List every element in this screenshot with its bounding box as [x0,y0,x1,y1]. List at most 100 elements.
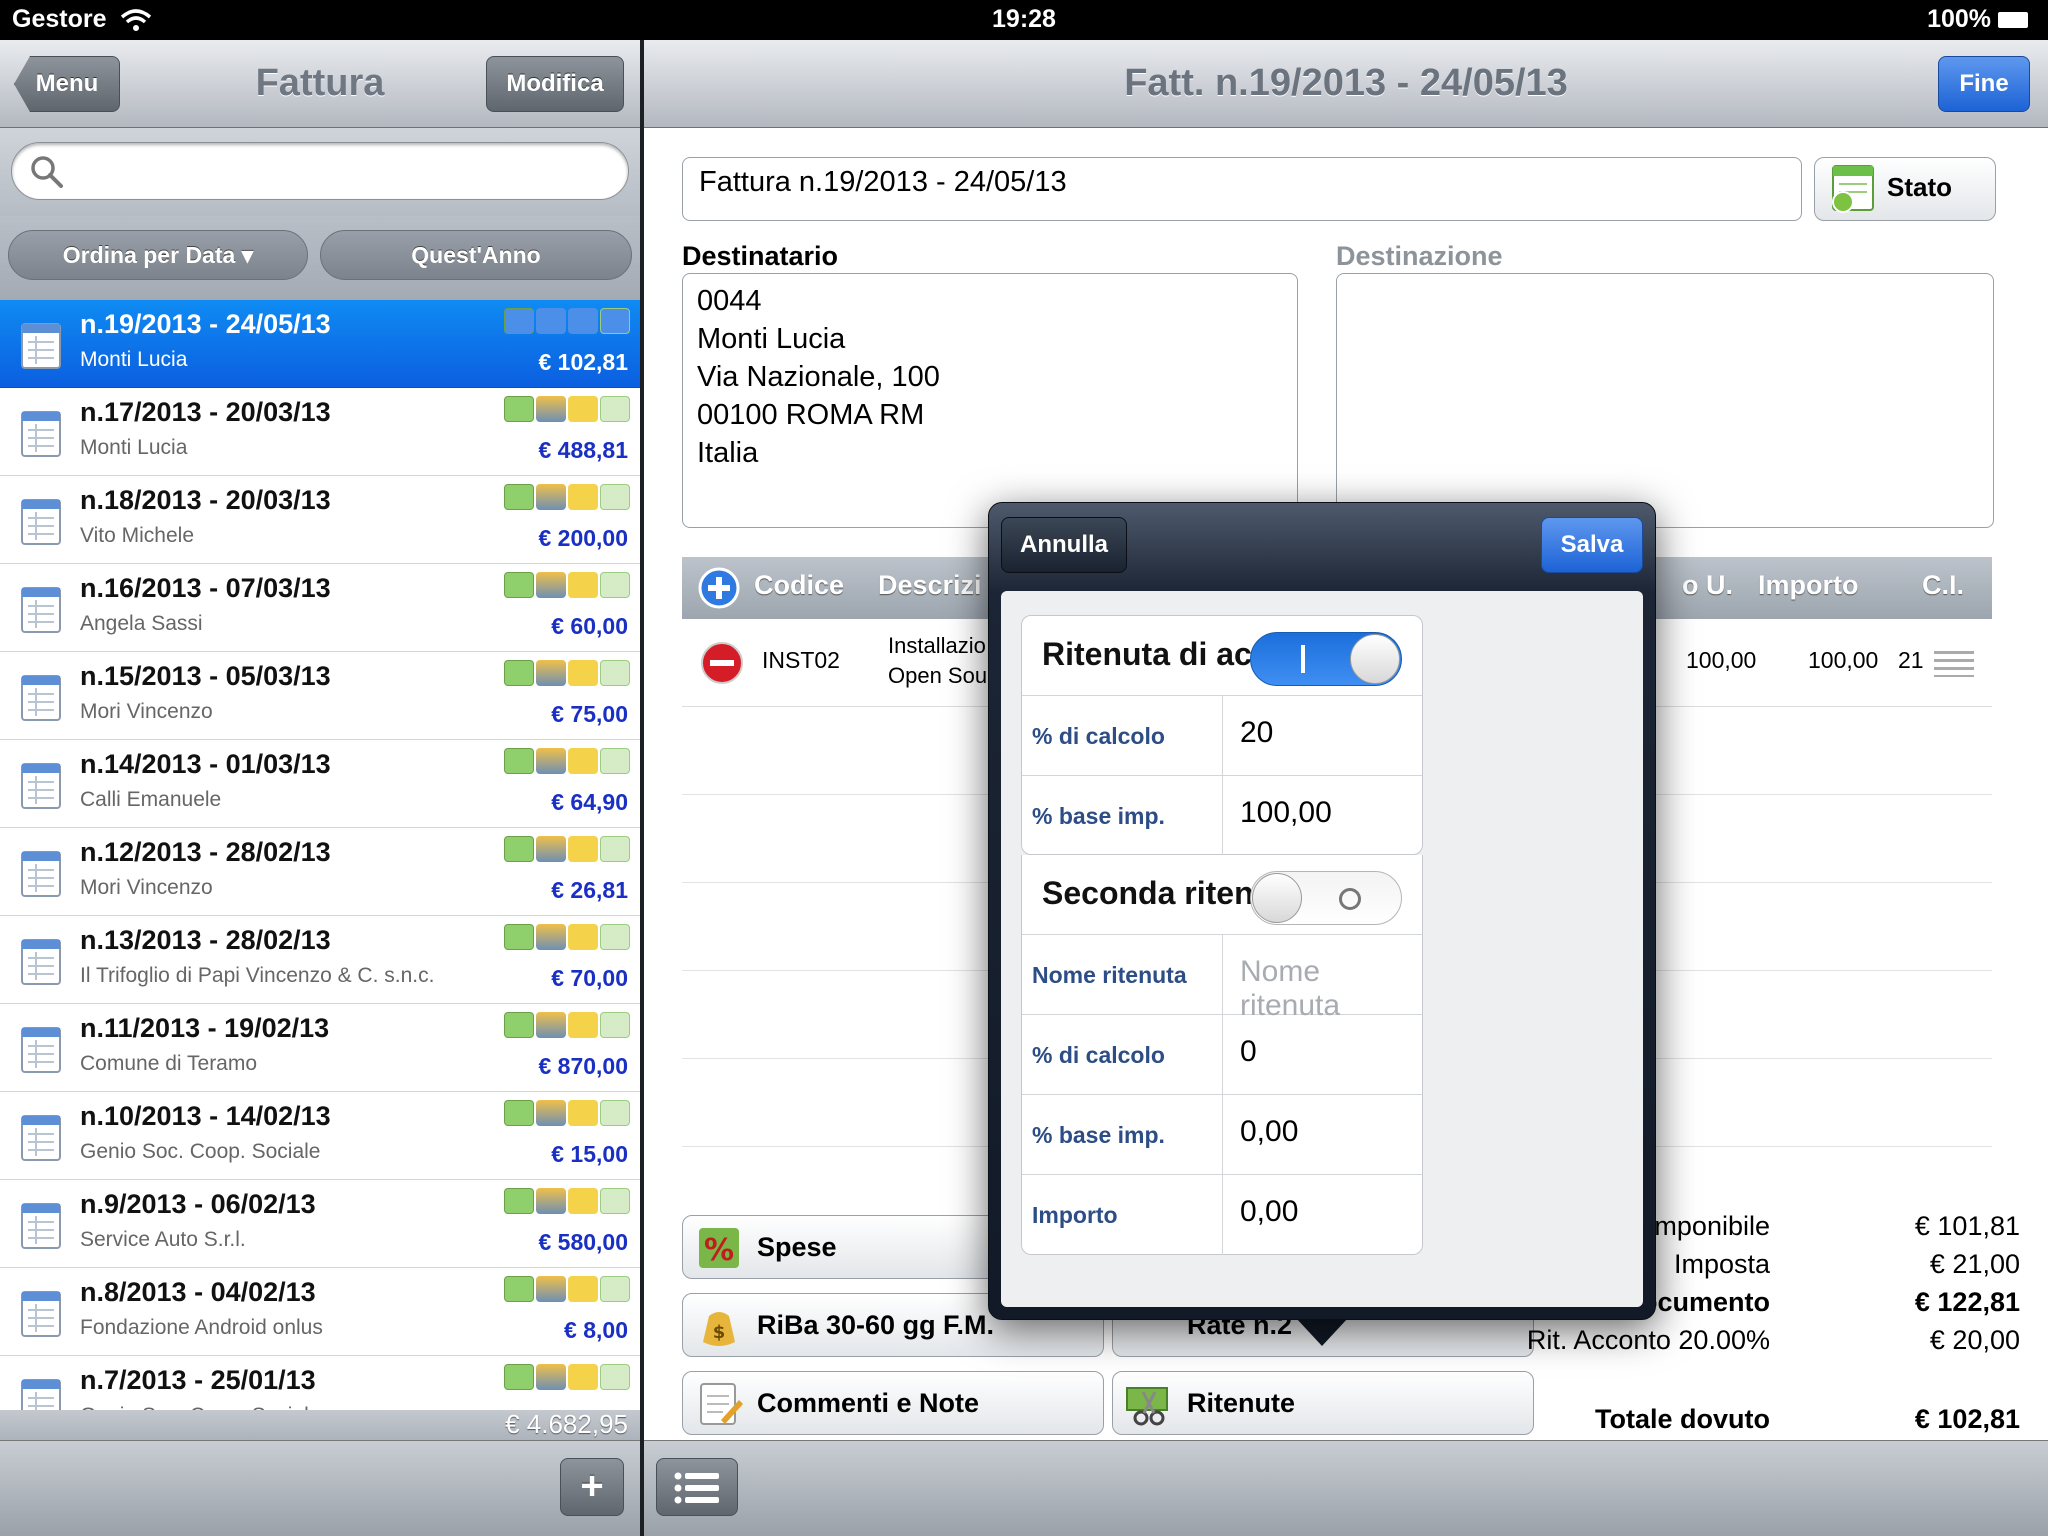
invoice-row[interactable]: n.15/2013 - 05/03/13 Mori Vincenzo € 75,00 [0,652,640,740]
calc-row[interactable]: % di calcolo 20 [1022,696,1422,776]
envelope-icon [568,660,598,686]
done-button[interactable]: Fine [1938,56,2030,112]
printer-icon [536,660,566,686]
invoice-client: Monti Lucia [80,436,188,459]
name-input[interactable]: Nome ritenuta [1240,955,1422,1023]
printer-icon [536,396,566,422]
percent-icon: % [699,1228,739,1268]
invoice-list-pane: Ordina per Data ▾ Quest'Anno n.19/2013 -… [0,128,640,1536]
document-title-field[interactable]: Fattura n.19/2013 - 24/05/13 [682,157,1802,221]
comments-notes-button[interactable]: Commenti e Note [682,1371,1104,1435]
calc2-row[interactable]: % di calcolo 0 [1022,1015,1422,1095]
column-header-importo: Importo [1758,570,1859,600]
invoice-row[interactable]: n.12/2013 - 28/02/13 Mori Vincenzo € 26,81 [0,828,640,916]
invoice-row[interactable]: n.10/2013 - 14/02/13 Genio Soc. Coop. Soc… [0,1092,640,1180]
invoice-client: Il Trifoglio di Papi Vincenzo & C. s.n.c… [80,964,435,987]
invoice-client: Mori Vincenzo [80,876,213,899]
period-filter-button[interactable]: Quest'Anno [320,230,632,280]
base-value[interactable]: 100,00 [1240,796,1332,830]
ritenuta-acconto-label: Rit. Acconto 20.00% [1526,1325,1770,1355]
reorder-handle-icon[interactable] [1934,649,1974,677]
invoice-row[interactable]: n.17/2013 - 20/03/13 Monti Lucia € 488,81 [0,388,640,476]
money-bag-icon: $ [703,1312,735,1346]
invoice-document-icon [21,763,61,809]
destination-address[interactable] [1336,273,1994,528]
invoice-status-icons [504,1276,630,1302]
envelope-icon [568,1100,598,1126]
invoice-row[interactable]: n.8/2013 - 04/02/13 Fondazione Android on… [0,1268,640,1356]
sheet-status-icon [600,836,630,862]
sheet-status-icon [600,572,630,598]
recipient-address[interactable]: 0044 Monti Lucia Via Nazionale, 100 0010… [682,273,1298,528]
invoice-document-icon [21,323,61,369]
stato-label: Stato [1887,172,1952,202]
invoice-status-icons [504,308,630,334]
ritenuta-toggle[interactable] [1250,632,1402,686]
invoice-document-icon [21,1203,61,1249]
paid-money-icon [504,1364,534,1390]
invoice-status-icons [504,1188,630,1214]
invoice-row[interactable]: n.13/2013 - 28/02/13 Il Trifoglio di Papi… [0,916,640,1004]
invoice-row[interactable]: n.14/2013 - 01/03/13 Calli Emanuele € 64,9… [0,740,640,828]
list-icon [674,1472,719,1504]
invoice-row[interactable]: n.16/2013 - 07/03/13 Angela Sassi € 60,00 [0,564,640,652]
status-bar: Gestore 19:28 100% [0,0,2048,40]
delete-item-icon[interactable] [700,641,744,685]
sheet-status-icon [600,660,630,686]
calc-label: % di calcolo [1032,723,1165,749]
base-row[interactable]: % base imp. 100,00 [1022,776,1422,856]
save-button[interactable]: Salva [1541,517,1643,573]
list-view-button[interactable] [656,1458,738,1516]
base2-label: % base imp. [1032,1122,1165,1148]
invoice-row[interactable]: n.19/2013 - 24/05/13 Monti Lucia € 102,81 [0,300,640,388]
comments-notes-label: Commenti e Note [757,1388,980,1418]
invoice-list: n.19/2013 - 24/05/13 Monti Lucia € 102,81 n… [0,300,640,1410]
search-bar [0,128,640,216]
status-sheet-icon [1832,165,1874,213]
invoice-status-icons [504,660,630,686]
add-item-icon[interactable] [698,567,740,609]
second-ritenuta-toggle[interactable] [1250,871,1402,925]
invoice-document-icon [21,1291,61,1337]
invoice-client: Genio Soc. Coop. Sociale [80,1140,321,1163]
imponibile-value: € 101,81 [1914,1211,2020,1241]
row-separator [1222,1095,1223,1174]
invoice-row[interactable]: n.9/2013 - 06/02/13 Service Auto S.r.l. € … [0,1180,640,1268]
item-code: INST02 [762,647,840,673]
calc-value[interactable]: 20 [1240,716,1273,750]
item-description-line2: Open Sou [888,663,988,688]
search-input[interactable] [11,142,629,200]
sort-by-date-button[interactable]: Ordina per Data ▾ [8,230,308,280]
notepad-icon [700,1383,743,1425]
row-separator [1222,696,1223,775]
column-header-codice: Codice [754,570,845,600]
envelope-icon [568,308,598,334]
popover-content: Ritenuta di acconto % di calcolo 20 % ba… [1001,591,1643,1307]
cancel-button[interactable]: Annulla [1001,517,1127,573]
right-nav-bar: Fatt. n.19/2013 - 24/05/13 Fine [644,40,2048,128]
calc2-value[interactable]: 0 [1240,1035,1257,1069]
envelope-icon [568,1276,598,1302]
row-separator [1222,1015,1223,1094]
printer-icon [536,748,566,774]
edit-button[interactable]: Modifica [486,56,624,112]
invoice-client: Mori Vincenzo [80,700,213,723]
invoice-amount: € 580,00 [538,1229,628,1255]
plus-icon: + [580,1464,604,1508]
name-row[interactable]: Nome ritenuta Nome ritenuta [1022,935,1422,1022]
base2-row[interactable]: % base imp. 0,00 [1022,1095,1422,1175]
ritenute-button[interactable]: Ritenute [1112,1371,1534,1435]
invoice-row[interactable]: n.18/2013 - 20/03/13 Vito Michele € 200,00 [0,476,640,564]
toggle-on-icon [1301,645,1305,673]
row-separator [1222,1175,1223,1255]
column-header-prezzo: o U. [1682,570,1733,600]
sheet-status-icon [600,1100,630,1126]
base2-value[interactable]: 0,00 [1240,1115,1298,1149]
stato-button[interactable]: Stato [1814,157,1996,221]
add-invoice-button[interactable]: + [560,1458,624,1516]
invoice-amount: € 102,81 [538,349,628,375]
invoice-row[interactable]: n.7/2013 - 25/01/13Genio Soc. Coop. Soci… [0,1356,640,1410]
amount-value[interactable]: 0,00 [1240,1195,1298,1229]
invoice-row[interactable]: n.11/2013 - 19/02/13 Comune di Teramo € 87… [0,1004,640,1092]
amount-row[interactable]: Importo 0,00 [1022,1175,1422,1255]
